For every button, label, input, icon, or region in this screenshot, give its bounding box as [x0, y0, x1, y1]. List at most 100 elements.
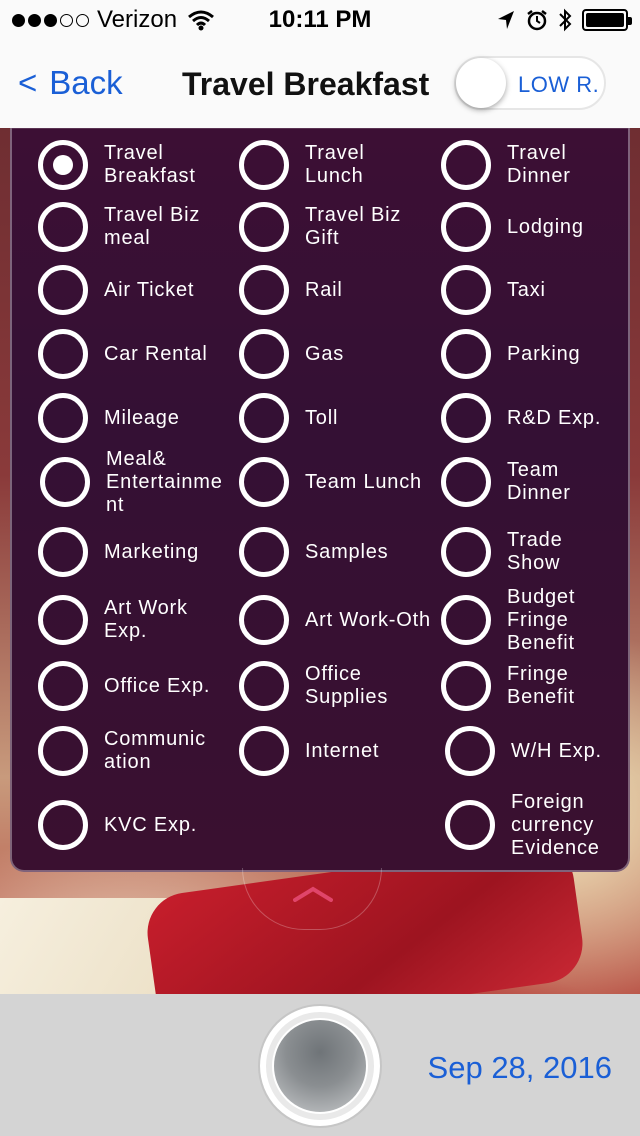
expense-option[interactable]: Parking	[441, 329, 580, 379]
back-label: Back	[49, 64, 123, 101]
expense-option-label: Travel Biz meal	[104, 204, 201, 249]
radio-unselected-icon[interactable]	[239, 202, 289, 252]
expense-option[interactable]: Taxi	[441, 265, 546, 315]
expense-option-label: Mileage	[104, 406, 180, 429]
radio-unselected-icon[interactable]	[239, 527, 289, 577]
expense-option-label: Samples	[305, 540, 389, 563]
expense-option[interactable]: Meal& Entertainme nt	[40, 448, 223, 516]
expense-option[interactable]: Air Ticket	[38, 265, 194, 315]
expense-option-label: Car Rental	[104, 342, 208, 365]
date-picker[interactable]: Sep 28, 2016	[428, 1050, 612, 1086]
expense-option-label: Travel Biz Gift	[305, 204, 402, 249]
radio-unselected-icon[interactable]	[239, 265, 289, 315]
expense-option-label: Office Supplies	[305, 663, 389, 708]
expense-option[interactable]: Team Lunch	[239, 457, 422, 507]
expense-option[interactable]: Fringe Benefit	[441, 661, 575, 711]
battery-tip	[628, 17, 632, 25]
expense-option[interactable]: Foreign currency Evidence	[445, 791, 600, 859]
expense-option-label: R&D Exp.	[507, 406, 602, 429]
expense-option-label: Air Ticket	[104, 278, 195, 301]
radio-unselected-icon[interactable]	[239, 726, 289, 776]
expense-option[interactable]: Travel Lunch	[239, 140, 365, 190]
radio-unselected-icon[interactable]	[445, 726, 495, 776]
alarm-icon	[527, 10, 547, 31]
expense-option-label: Communic ation	[104, 728, 206, 773]
radio-unselected-icon[interactable]	[38, 726, 88, 776]
expense-option-label: Internet	[305, 739, 380, 762]
expense-option[interactable]: Travel Biz Gift	[239, 202, 401, 252]
expense-option[interactable]: Marketing	[38, 527, 199, 577]
expense-option[interactable]: KVC Exp.	[38, 800, 197, 850]
radio-unselected-icon[interactable]	[239, 393, 289, 443]
expense-option-label: Travel Dinner	[507, 142, 571, 187]
low-rate-toggle[interactable]: LOW R.	[454, 56, 606, 110]
expense-option[interactable]: Car Rental	[38, 329, 208, 379]
expense-option[interactable]: Office Supplies	[239, 661, 388, 711]
expense-option[interactable]: Office Exp.	[38, 661, 210, 711]
radio-selected-icon[interactable]	[38, 140, 88, 190]
expense-option-label: Team Lunch	[305, 470, 422, 493]
radio-unselected-icon[interactable]	[441, 202, 491, 252]
expense-option[interactable]: Art Work Exp.	[38, 595, 188, 645]
bottom-bar: Sep 28, 2016	[0, 994, 640, 1136]
radio-unselected-icon[interactable]	[441, 140, 491, 190]
expense-option-label: Meal& Entertainme nt	[106, 447, 223, 516]
battery-icon	[582, 9, 632, 31]
back-button[interactable]: < Back	[18, 64, 123, 102]
radio-unselected-icon[interactable]	[239, 595, 289, 645]
radio-unselected-icon[interactable]	[445, 800, 495, 850]
radio-unselected-icon[interactable]	[239, 329, 289, 379]
expense-option-label: Foreign currency Evidence	[511, 790, 600, 859]
expense-option-label: Team Dinner	[507, 459, 571, 504]
radio-unselected-icon[interactable]	[441, 329, 491, 379]
battery-level	[586, 13, 624, 27]
radio-unselected-icon[interactable]	[38, 393, 88, 443]
expense-option[interactable]: Communic ation	[38, 726, 206, 776]
radio-unselected-icon[interactable]	[239, 140, 289, 190]
page-title: Travel Breakfast	[182, 66, 430, 102]
expense-option[interactable]: Team Dinner	[441, 457, 571, 507]
navigation-bar: < Back Travel Breakfast LOW R.	[0, 40, 640, 128]
toggle-knob[interactable]	[456, 58, 506, 108]
expense-option[interactable]: Toll	[239, 393, 338, 443]
expense-option-label: Parking	[507, 342, 581, 365]
radio-unselected-icon[interactable]	[38, 265, 88, 315]
radio-unselected-icon[interactable]	[441, 265, 491, 315]
radio-unselected-icon[interactable]	[441, 393, 491, 443]
status-right	[496, 8, 632, 32]
expense-option[interactable]: Travel Biz meal	[38, 202, 200, 252]
expense-option[interactable]: W/H Exp.	[445, 726, 602, 776]
expense-option[interactable]: Budget Fringe Benefit	[441, 586, 575, 654]
radio-unselected-icon[interactable]	[441, 595, 491, 645]
expense-option[interactable]: Rail	[239, 265, 343, 315]
expense-option-label: Toll	[305, 406, 339, 429]
expense-option[interactable]: Art Work-Oth	[239, 595, 431, 645]
expense-option[interactable]: Gas	[239, 329, 344, 379]
expense-option[interactable]: Travel Breakfast	[38, 140, 196, 190]
radio-unselected-icon[interactable]	[38, 595, 88, 645]
expense-option-label: Trade Show	[507, 529, 563, 574]
radio-unselected-icon[interactable]	[38, 800, 88, 850]
radio-unselected-icon[interactable]	[441, 457, 491, 507]
capture-button[interactable]	[258, 1004, 382, 1128]
expense-option[interactable]: Internet	[239, 726, 379, 776]
expense-option[interactable]: Samples	[239, 527, 388, 577]
radio-unselected-icon[interactable]	[40, 457, 90, 507]
panel-divider	[12, 128, 628, 129]
expense-option-label: Art Work-Oth	[305, 608, 431, 631]
expense-option[interactable]: Mileage	[38, 393, 180, 443]
radio-unselected-icon[interactable]	[38, 661, 88, 711]
expense-option[interactable]: Lodging	[441, 202, 584, 252]
radio-unselected-icon[interactable]	[441, 527, 491, 577]
expense-option[interactable]: Travel Dinner	[441, 140, 571, 190]
expense-option[interactable]: Trade Show	[441, 527, 563, 577]
radio-unselected-icon[interactable]	[38, 329, 88, 379]
radio-unselected-icon[interactable]	[239, 457, 289, 507]
expense-option[interactable]: R&D Exp.	[441, 393, 601, 443]
radio-unselected-icon[interactable]	[239, 661, 289, 711]
radio-unselected-icon[interactable]	[38, 527, 88, 577]
radio-unselected-icon[interactable]	[38, 202, 88, 252]
expense-option-label: Office Exp.	[104, 674, 211, 697]
radio-unselected-icon[interactable]	[441, 661, 491, 711]
expense-option-label: Travel Lunch	[305, 142, 365, 187]
